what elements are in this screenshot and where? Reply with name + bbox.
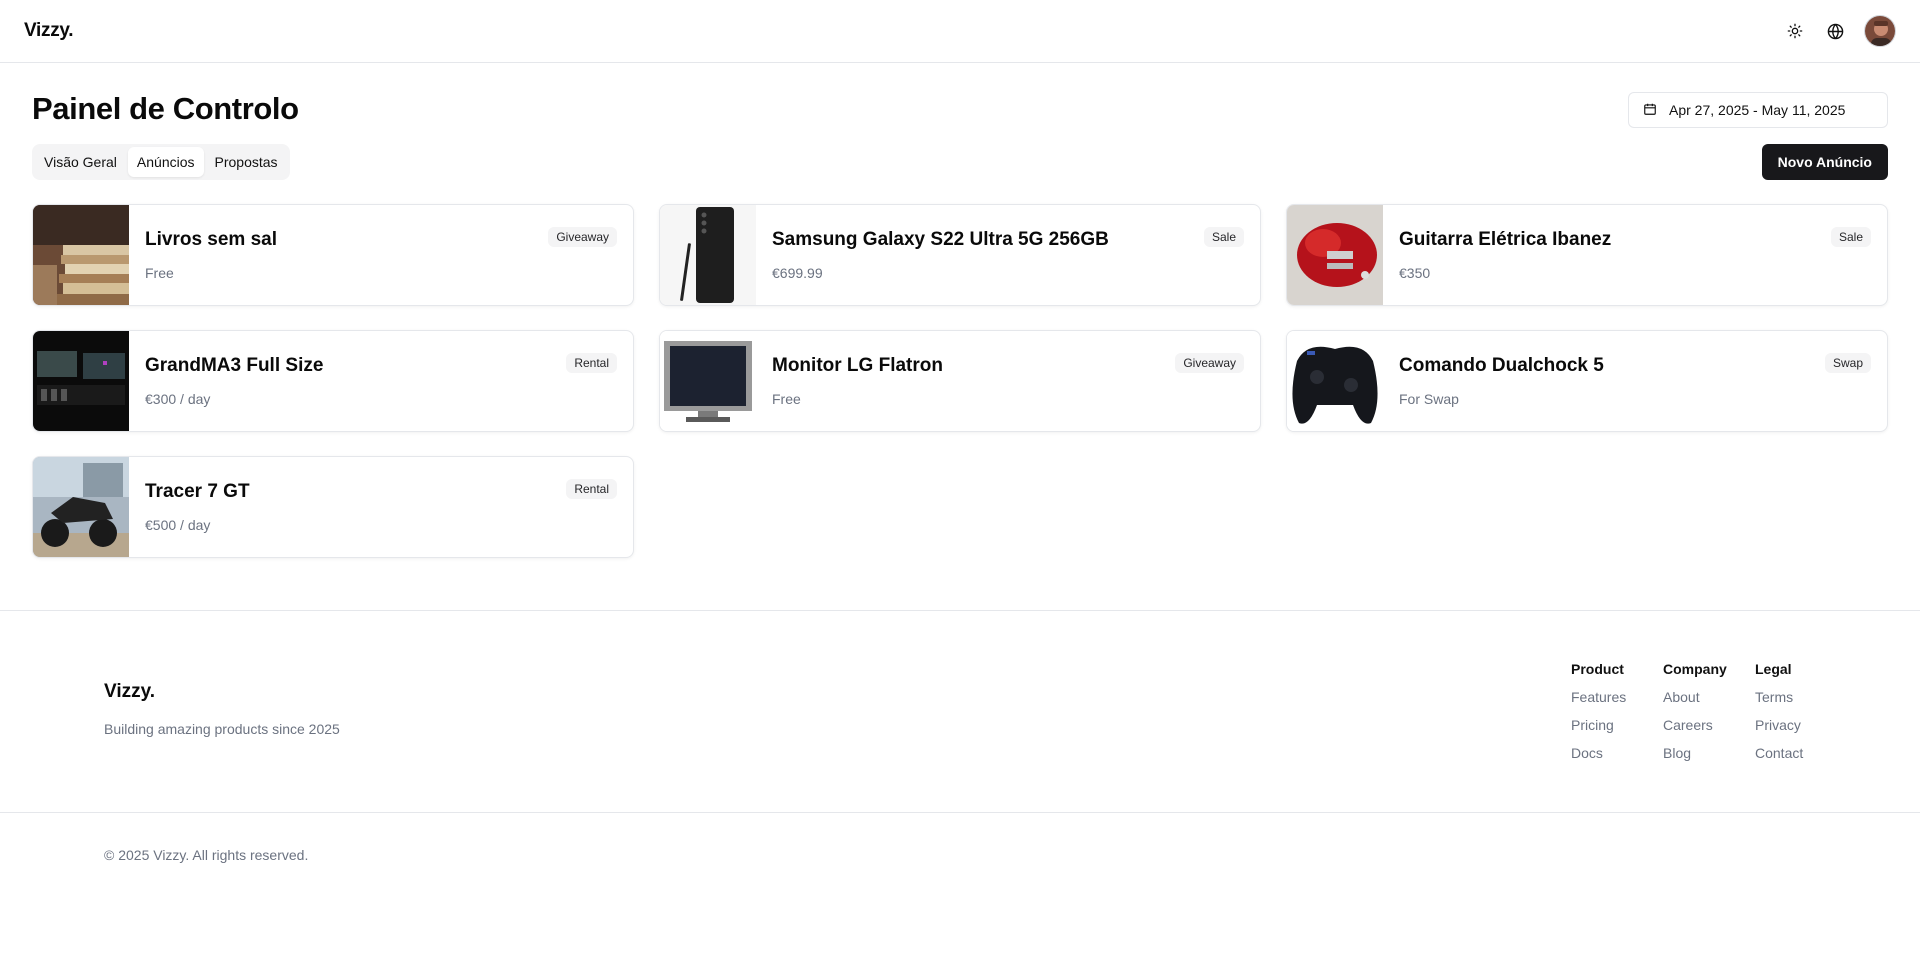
footer-link-terms[interactable]: Terms [1755, 689, 1847, 705]
sun-icon[interactable] [1784, 20, 1806, 42]
listing-type-badge: Rental [566, 353, 617, 373]
listing-title: GrandMA3 Full Size [145, 355, 324, 376]
footer-column-company: Company About Careers Blog [1663, 661, 1755, 761]
card-body: Samsung Galaxy S22 Ultra 5G 256GB €699.9… [756, 205, 1260, 305]
listing-card[interactable]: Tracer 7 GT €500 / day Rental [32, 456, 634, 558]
footer-column-heading: Product [1571, 661, 1624, 677]
listing-card[interactable]: Monitor LG Flatron Free Giveaway [659, 330, 1261, 432]
listing-price: €350 [1399, 265, 1431, 281]
top-actions [1784, 15, 1896, 47]
listing-type-badge: Rental [566, 479, 617, 499]
footer: Vizzy. Building amazing products since 2… [0, 610, 1920, 963]
globe-icon[interactable] [1824, 20, 1846, 42]
footer-column-product: Product Features Pricing Docs [1571, 661, 1663, 761]
logo[interactable]: Vizzy. [24, 20, 74, 42]
footer-link-pricing[interactable]: Pricing [1571, 717, 1663, 733]
card-body: GrandMA3 Full Size €300 / day [129, 331, 633, 431]
listing-card[interactable]: Livros sem sal Free Giveaway [32, 204, 634, 306]
listing-title: Samsung Galaxy S22 Ultra 5G 256GB [772, 229, 1109, 250]
controller-image [1287, 331, 1383, 431]
listing-type-badge: Swap [1824, 353, 1871, 373]
listing-type-badge: Sale [1830, 227, 1871, 247]
footer-link-privacy[interactable]: Privacy [1755, 717, 1847, 733]
console-image [33, 331, 129, 431]
tab-listings[interactable]: Anúncios [127, 147, 204, 177]
page-title: Painel de Controlo [32, 91, 299, 126]
card-body: Tracer 7 GT €500 / day [129, 457, 633, 557]
tab-overview[interactable]: Visão Geral [35, 147, 126, 177]
footer-column-legal: Legal Terms Privacy Contact [1755, 661, 1847, 761]
listing-card[interactable]: Samsung Galaxy S22 Ultra 5G 256GB €699.9… [659, 204, 1261, 306]
listing-grid: Livros sem sal Free Giveaway Samsung Gal… [32, 204, 1888, 558]
card-body: Livros sem sal Free [129, 205, 633, 305]
footer-link-docs[interactable]: Docs [1571, 745, 1663, 761]
footer-tagline: Building amazing products since 2025 [104, 721, 340, 737]
copyright: © 2025 Vizzy. All rights reserved. [0, 812, 1920, 963]
listing-title: Guitarra Elétrica Ibanez [1399, 229, 1612, 250]
motorcycle-image [33, 457, 129, 557]
main-content: Painel de Controlo Apr 27, 2025 - May 11… [0, 63, 1920, 610]
listing-title: Livros sem sal [145, 229, 278, 250]
books-image [33, 205, 129, 305]
tab-proposals[interactable]: Propostas [206, 147, 287, 177]
listing-price: €699.99 [772, 265, 823, 281]
listing-price: Free [145, 265, 174, 281]
monitor-image [660, 331, 756, 431]
new-listing-button[interactable]: Novo Anúncio [1761, 144, 1888, 180]
avatar[interactable] [1864, 15, 1896, 47]
listing-price: For Swap [1399, 391, 1459, 407]
date-range-picker[interactable]: Apr 27, 2025 - May 11, 2025 [1628, 92, 1888, 128]
footer-main: Vizzy. Building amazing products since 2… [0, 610, 1920, 812]
listing-card[interactable]: Comando Dualchock 5 For Swap Swap [1286, 330, 1888, 432]
top-bar: Vizzy. [0, 0, 1920, 63]
listing-card[interactable]: GrandMA3 Full Size €300 / day Rental [32, 330, 634, 432]
footer-link-careers[interactable]: Careers [1663, 717, 1755, 733]
card-body: Comando Dualchock 5 For Swap [1383, 331, 1887, 431]
tab-list: Visão Geral Anúncios Propostas [32, 144, 290, 180]
controls-row: Visão Geral Anúncios Propostas Novo Anún… [32, 144, 1888, 180]
title-row: Painel de Controlo Apr 27, 2025 - May 11… [32, 89, 1888, 129]
footer-link-about[interactable]: About [1663, 689, 1755, 705]
footer-brand: Vizzy. Building amazing products since 2… [104, 681, 340, 737]
listing-title: Monitor LG Flatron [772, 355, 943, 376]
listing-title: Tracer 7 GT [145, 481, 250, 502]
footer-logo: Vizzy. [104, 681, 156, 702]
card-body: Monitor LG Flatron Free [756, 331, 1260, 431]
listing-type-badge: Giveaway [548, 227, 617, 247]
listing-type-badge: Sale [1203, 227, 1244, 247]
listing-price: €300 / day [145, 391, 211, 407]
date-range-text: Apr 27, 2025 - May 11, 2025 [1669, 102, 1846, 118]
phone-image [660, 205, 756, 305]
footer-column-heading: Legal [1755, 661, 1792, 677]
footer-column-heading: Company [1663, 661, 1727, 677]
listing-type-badge: Giveaway [1175, 353, 1244, 373]
listing-price: €500 / day [145, 517, 211, 533]
calendar-icon [1643, 102, 1657, 119]
footer-link-blog[interactable]: Blog [1663, 745, 1755, 761]
footer-link-features[interactable]: Features [1571, 689, 1663, 705]
listing-card[interactable]: Guitarra Elétrica Ibanez €350 Sale [1286, 204, 1888, 306]
listing-title: Comando Dualchock 5 [1399, 355, 1604, 376]
card-body: Guitarra Elétrica Ibanez €350 [1383, 205, 1887, 305]
guitar-image [1287, 205, 1383, 305]
footer-columns: Product Features Pricing Docs Company Ab… [1571, 661, 1847, 761]
listing-price: Free [772, 391, 801, 407]
footer-link-contact[interactable]: Contact [1755, 745, 1847, 761]
